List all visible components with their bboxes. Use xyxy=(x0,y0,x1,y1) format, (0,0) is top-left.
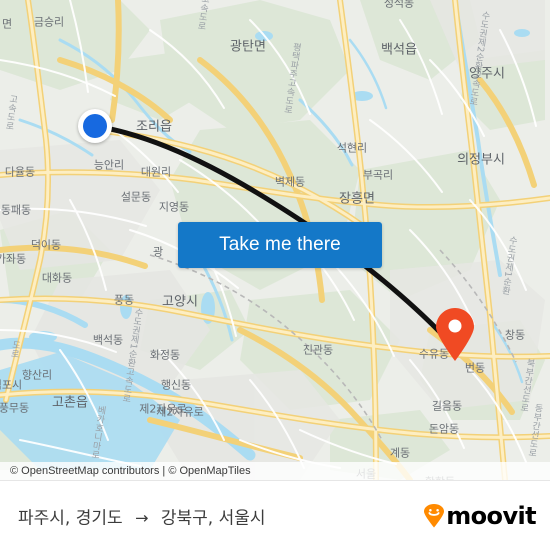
route-destination-label: 강북구, 서울시 xyxy=(160,508,266,529)
route-origin-label: 파주시, 경기도 xyxy=(18,508,123,529)
take-me-there-button[interactable]: Take me there xyxy=(178,222,382,268)
destination-pin[interactable] xyxy=(434,308,476,362)
bottom-bar: 파주시, 경기도 → 강북구, 서울시 moovit xyxy=(0,480,550,550)
map-attribution[interactable]: © OpenStreetMap contributors | © OpenMap… xyxy=(0,462,550,480)
route-summary: 파주시, 경기도 → 강북구, 서울시 xyxy=(18,504,266,529)
map-view[interactable]: 금승리 면 광탄면 백석읍 양주시 성석동 평택파주고속도로 수도권제2순환고속도로 조리읍 석현… xyxy=(0,0,550,480)
origin-marker-dot xyxy=(83,114,107,138)
moovit-logo[interactable]: moovit xyxy=(423,502,537,530)
moovit-wordmark: moovit xyxy=(446,502,536,530)
route-arrow-icon: → xyxy=(135,508,149,528)
destination-pin-icon xyxy=(436,308,474,361)
moovit-pin-icon xyxy=(424,504,445,528)
moovit-route-card: 금승리 면 광탄면 백석읍 양주시 성석동 평택파주고속도로 수도권제2순환고속도로 조리읍 석현… xyxy=(0,0,550,550)
origin-marker[interactable] xyxy=(78,109,112,143)
